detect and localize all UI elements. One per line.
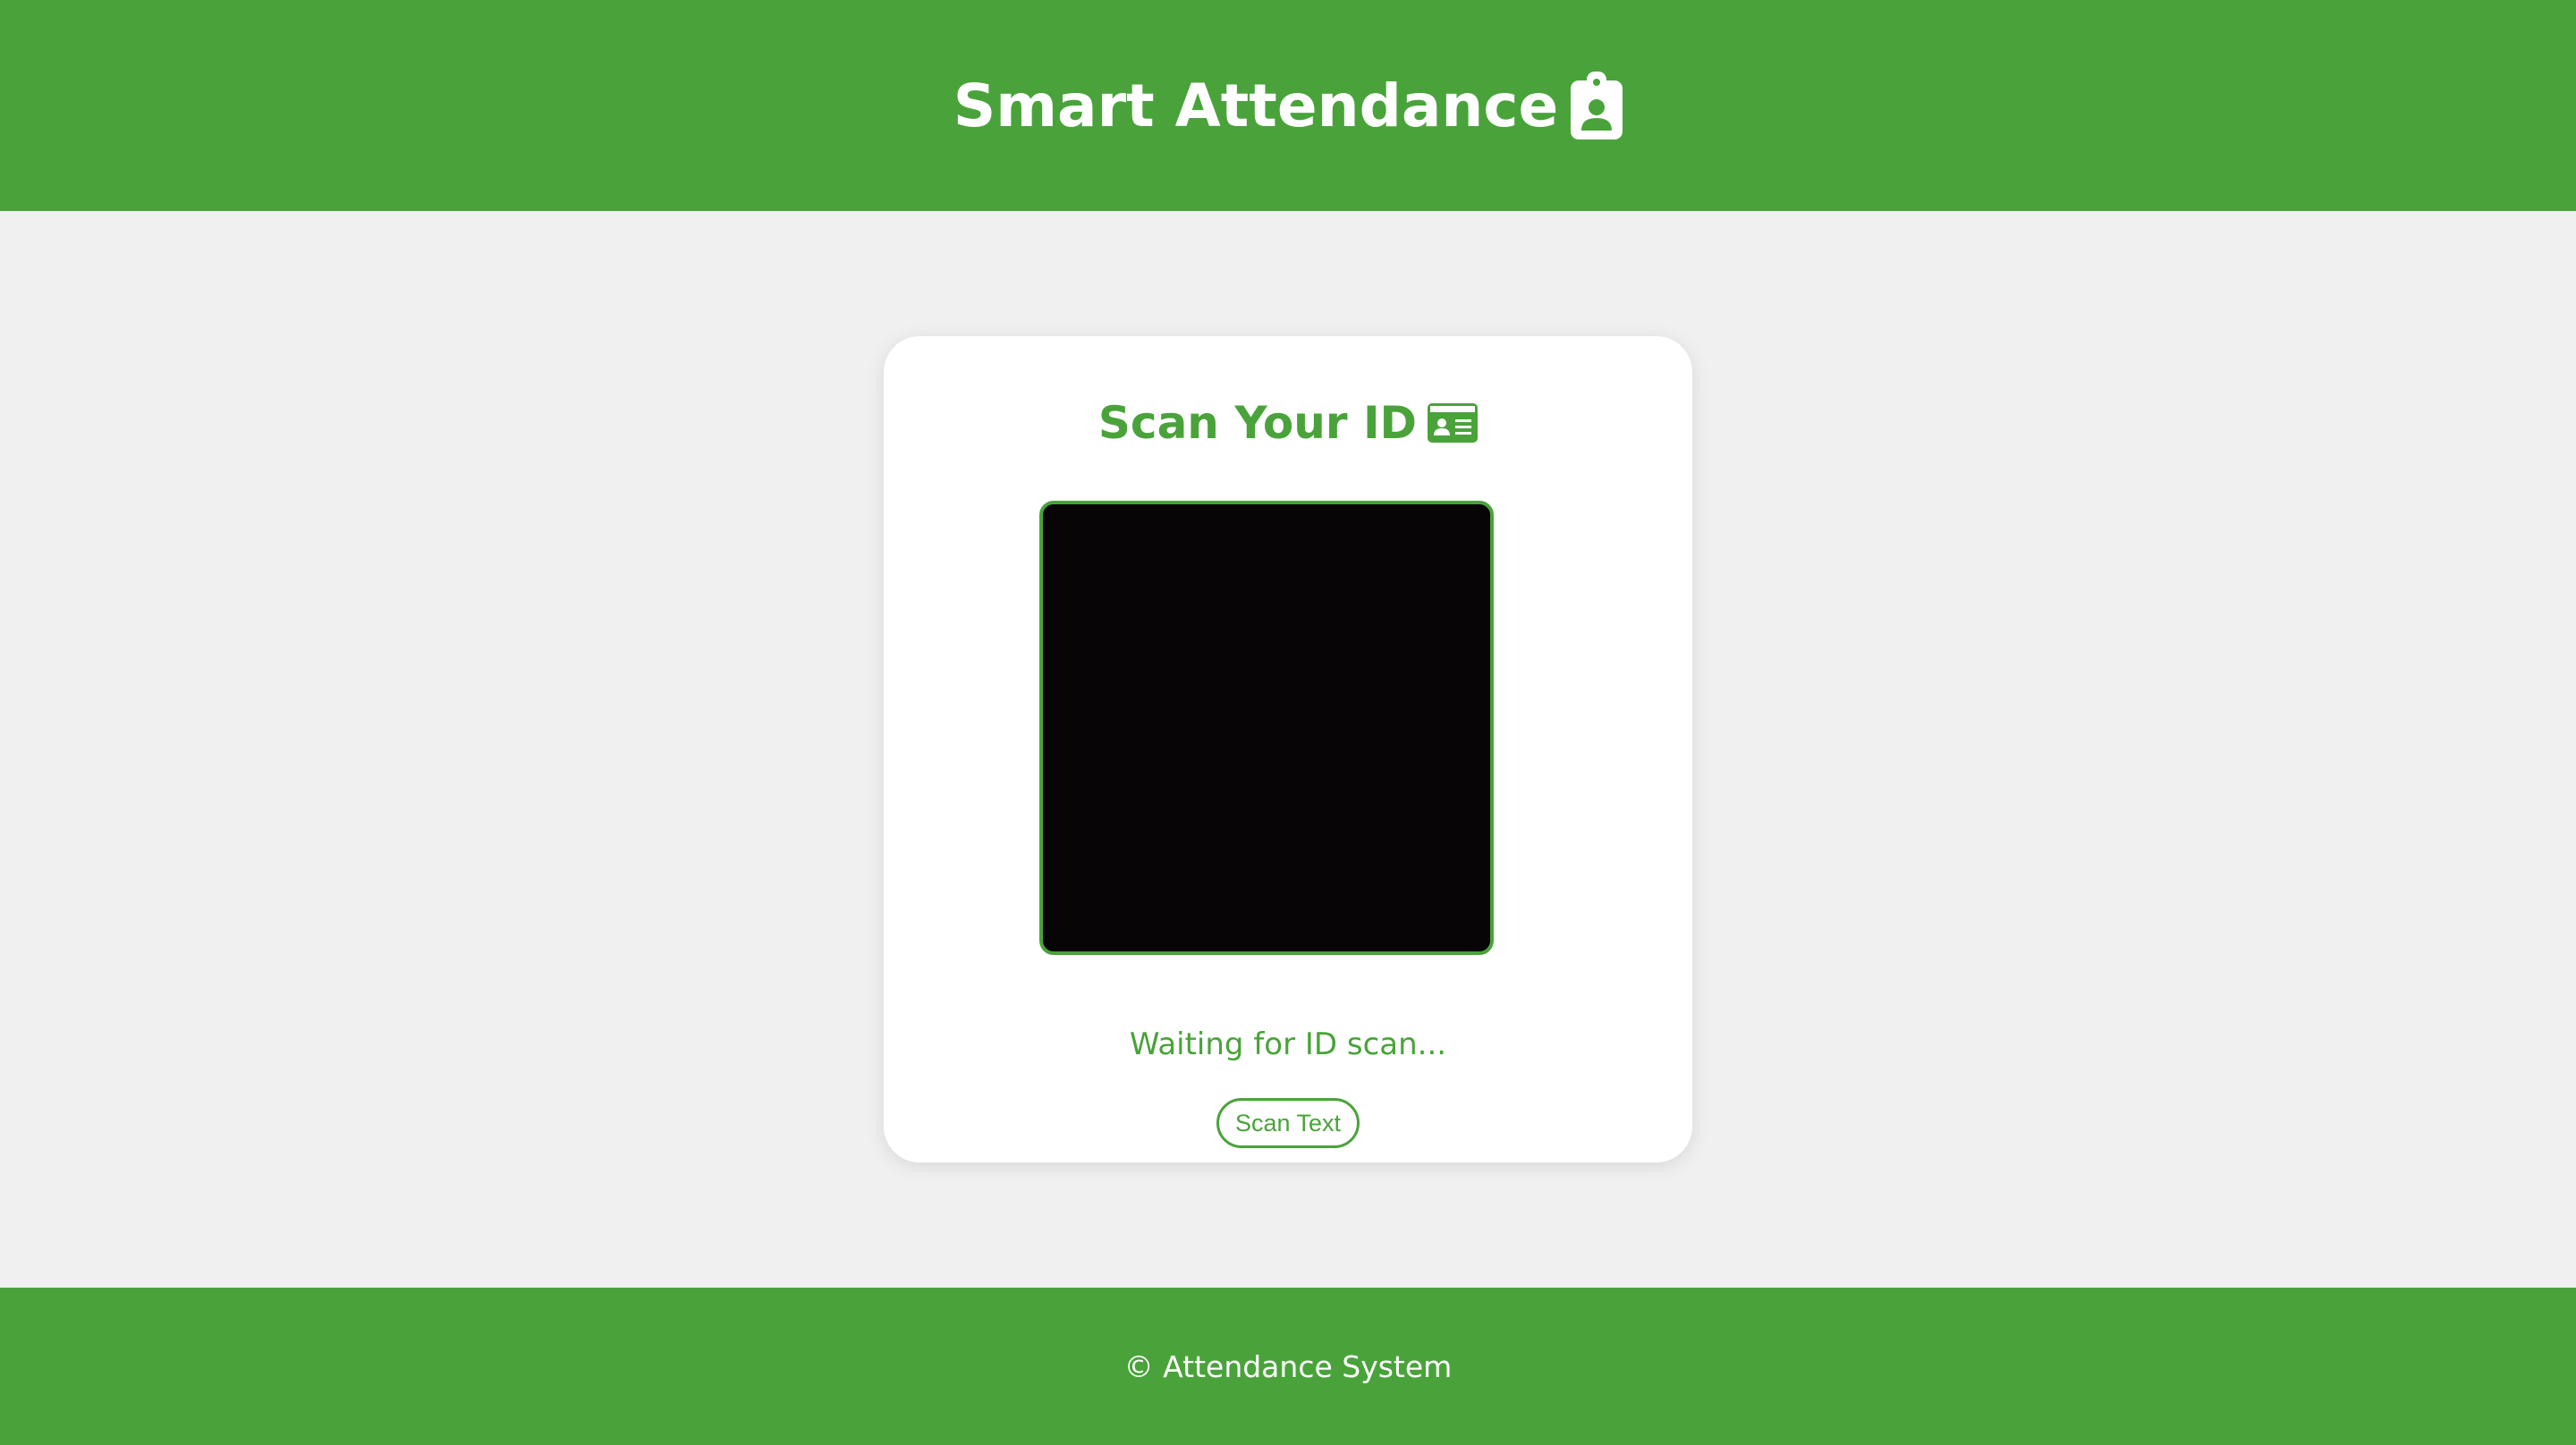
header-title-group: Smart Attendance <box>953 72 1623 140</box>
app-footer: © Attendance System <box>0 1288 2576 1445</box>
scan-status: Waiting for ID scan... <box>1129 1027 1447 1062</box>
app-header: Smart Attendance <box>0 0 2576 211</box>
id-card-icon <box>1428 403 1479 443</box>
card-title-group: Scan Your ID <box>0 397 2576 449</box>
footer-text: © Attendance System <box>1123 1348 1453 1384</box>
clipboard-user-icon <box>1571 72 1623 139</box>
card-title: Scan Your ID <box>1097 397 1418 449</box>
app-title: Smart Attendance <box>953 71 1559 140</box>
camera-preview[interactable] <box>1039 501 1494 955</box>
scan-text-button[interactable]: Scan Text <box>1216 1098 1360 1148</box>
